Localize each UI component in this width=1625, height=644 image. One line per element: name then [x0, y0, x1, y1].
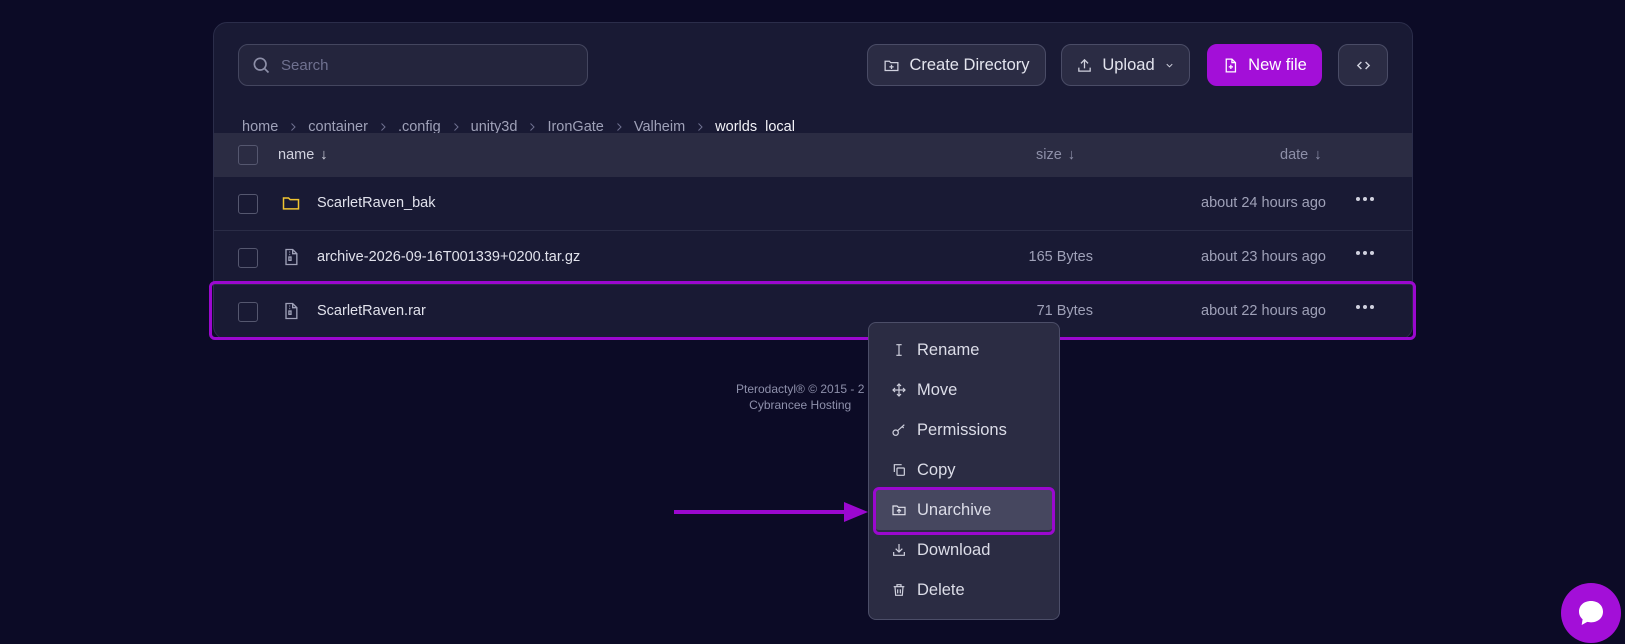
folder-icon: [282, 197, 300, 210]
file-date: about 23 hours ago: [1201, 249, 1326, 265]
file-size: 165 Bytes: [1028, 249, 1094, 265]
context-menu: Rename Move Permissions Copy Unarchive D…: [868, 322, 1060, 620]
chevron-right-icon: [617, 123, 622, 131]
upload-icon: [1078, 58, 1092, 72]
text-cursor-icon: [896, 344, 902, 356]
date-header: date: [1280, 147, 1309, 163]
file-name[interactable]: ScarletRaven.rar: [317, 303, 426, 319]
trash-icon: [893, 584, 905, 596]
chevron-right-icon: [698, 123, 703, 131]
file-plus-icon: [1225, 57, 1237, 73]
chat-icon: [1579, 601, 1603, 625]
file-size: 71 Bytes: [1036, 303, 1093, 319]
more-actions-icon[interactable]: [1356, 305, 1374, 309]
footer: Pterodactyl® © 2015 - 2 Cybrancee Hostin…: [736, 381, 864, 413]
menu-item-label: Rename: [917, 340, 980, 359]
file-archive-icon: [285, 302, 298, 320]
move-icon: [892, 383, 906, 397]
more-actions-icon[interactable]: [1356, 197, 1374, 201]
menu-item-unarchive[interactable]: Unarchive: [875, 490, 1053, 530]
menu-item-move[interactable]: Move: [875, 370, 1053, 410]
footer-copyright: Pterodactyl® © 2015 - 2: [736, 382, 865, 396]
menu-item-label: Unarchive: [917, 500, 992, 519]
more-actions-icon[interactable]: [1356, 251, 1374, 255]
row-checkbox[interactable]: [238, 248, 258, 268]
upload-label: Upload: [1102, 55, 1155, 74]
file-date: about 24 hours ago: [1201, 195, 1326, 211]
table-row-selected[interactable]: ScarletRaven.rar 71 Bytes about 22 hours…: [214, 285, 1412, 339]
chevron-right-icon: [530, 123, 536, 131]
menu-item-rename[interactable]: Rename: [875, 330, 1053, 370]
table-row[interactable]: ScarletRaven_bak about 24 hours ago: [214, 177, 1412, 231]
file-archive-icon: [285, 248, 298, 266]
select-all-checkbox[interactable]: [238, 145, 258, 165]
arrow-down-icon: ↓: [1067, 147, 1076, 163]
file-date: about 22 hours ago: [1201, 303, 1326, 319]
menu-item-label: Download: [917, 540, 991, 559]
upload-button[interactable]: Upload: [1061, 44, 1190, 86]
menu-item-download[interactable]: Download: [875, 530, 1053, 570]
chevron-right-icon: [381, 123, 386, 131]
sort-by-size[interactable]: size ↓: [1036, 147, 1075, 163]
file-name[interactable]: archive-2026-09-16T001339+0200.tar.gz: [317, 249, 580, 265]
menu-item-label: Copy: [917, 460, 956, 479]
size-header: size: [1036, 147, 1062, 163]
menu-item-label: Permissions: [917, 420, 1007, 439]
file-name[interactable]: ScarletRaven_bak: [317, 195, 436, 211]
chevron-right-icon: [453, 123, 459, 131]
folder-plus-icon: [884, 60, 899, 71]
menu-item-delete[interactable]: Delete: [875, 570, 1053, 610]
new-file-label: New file: [1248, 55, 1307, 74]
search-box[interactable]: [238, 44, 588, 86]
table-row[interactable]: archive-2026-09-16T001339+0200.tar.gz 16…: [214, 231, 1412, 285]
footer-host: Cybrancee Hosting: [749, 398, 852, 412]
menu-item-permissions[interactable]: Permissions: [875, 410, 1053, 450]
sort-by-date[interactable]: date ↓: [1280, 147, 1321, 163]
folder-unarchive-icon: [892, 505, 906, 516]
arrow-down-icon: ↓: [1314, 147, 1322, 163]
file-manager-panel: Create Directory Upload New file home co…: [213, 22, 1413, 340]
code-view-button[interactable]: [1338, 44, 1388, 86]
name-header: name: [278, 147, 315, 163]
menu-item-copy[interactable]: Copy: [875, 450, 1053, 490]
arrow-down-icon: ↓: [320, 147, 328, 163]
table-header: name ↓ size ↓ date ↓: [214, 133, 1412, 177]
new-file-button[interactable]: New file: [1207, 44, 1322, 86]
menu-item-label: Move: [917, 380, 958, 399]
sort-by-name[interactable]: name ↓: [278, 147, 328, 163]
search-input[interactable]: [281, 56, 561, 74]
create-directory-button[interactable]: Create Directory: [867, 44, 1046, 86]
search-icon: [253, 57, 270, 74]
chat-widget-button[interactable]: [1561, 583, 1621, 643]
code-icon: [1356, 60, 1370, 70]
row-checkbox[interactable]: [238, 302, 258, 322]
key-icon: [892, 424, 905, 436]
chevron-right-icon: [291, 123, 296, 131]
pointer-arrow-icon: [674, 502, 868, 522]
menu-item-label: Delete: [917, 580, 965, 599]
row-checkbox[interactable]: [238, 194, 258, 214]
copy-icon: [893, 464, 905, 476]
download-icon: [893, 544, 905, 556]
chevron-down-icon: [1166, 63, 1173, 68]
create-directory-label: Create Directory: [909, 55, 1030, 74]
